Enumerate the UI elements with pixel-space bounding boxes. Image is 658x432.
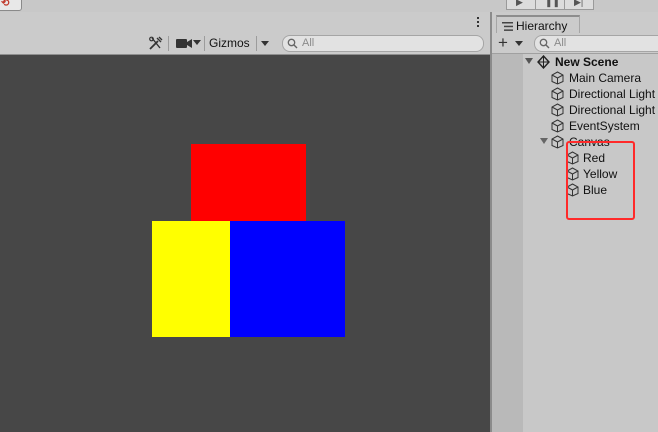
hierarchy-item-label: Main Camera	[569, 71, 642, 85]
add-object-button[interactable]: +	[498, 33, 526, 52]
cube-icon	[551, 87, 564, 101]
cube-icon	[551, 103, 564, 117]
canvas-red-image[interactable]	[191, 144, 306, 221]
collab-icon: ⟲	[1, 0, 10, 9]
pause-button[interactable]: ❚❚	[535, 0, 565, 10]
unity-scene-icon	[537, 55, 550, 69]
hierarchy-item-label: Directional Light	[569, 103, 656, 117]
camera-icon[interactable]	[175, 36, 195, 51]
hierarchy-item-label: Directional Light	[569, 87, 656, 101]
hierarchy-scene-row[interactable]: New Scene	[492, 54, 658, 70]
hierarchy-item[interactable]: EventSystem	[492, 118, 658, 134]
play-button[interactable]: ▶	[506, 0, 536, 10]
canvas-blue-image[interactable]	[230, 221, 345, 337]
tab-hierarchy-label: Hierarchy	[516, 19, 568, 33]
hierarchy-item[interactable]: Directional Light	[492, 86, 658, 102]
tools-icon[interactable]	[148, 36, 164, 51]
cube-icon	[551, 119, 564, 133]
search-icon	[287, 38, 298, 49]
collab-button[interactable]: ⟲	[0, 0, 22, 11]
hierarchy-search-placeholder: All	[554, 37, 567, 49]
gizmos-dropdown-icon[interactable]	[258, 36, 271, 51]
hierarchy-tab-bar: Hierarchy	[492, 12, 658, 36]
scene-name: New Scene	[555, 55, 619, 69]
chevron-down-icon	[515, 41, 523, 46]
hierarchy-panel: New Scene Main Camera Directional Light …	[492, 54, 658, 432]
scene-menu-icon[interactable]	[476, 15, 480, 29]
expand-arrow-icon[interactable]	[540, 138, 548, 144]
cube-icon	[551, 71, 564, 85]
plus-icon: +	[498, 33, 508, 52]
annotation-highlight-box	[566, 141, 635, 220]
hierarchy-search-input[interactable]: All	[534, 35, 658, 52]
scene-search-placeholder: All	[302, 37, 315, 49]
scene-toolbar: Gizmos All	[0, 33, 490, 55]
search-icon	[539, 38, 550, 49]
step-icon: ▶|	[574, 0, 584, 7]
expand-arrow-icon[interactable]	[525, 58, 533, 64]
cube-icon	[551, 135, 564, 149]
gizmos-button[interactable]: Gizmos	[208, 35, 255, 52]
hierarchy-item[interactable]: Directional Light	[492, 102, 658, 118]
scene-search-input[interactable]: All	[282, 35, 484, 52]
camera-dropdown-icon[interactable]	[193, 40, 201, 45]
step-button[interactable]: ▶|	[564, 0, 594, 10]
top-toolbar: ⟲ ▶ ❚❚ ▶|	[0, 0, 658, 12]
scene-tab-bar	[0, 12, 490, 34]
pause-icon: ❚❚	[545, 0, 561, 7]
hierarchy-item-label: EventSystem	[569, 119, 640, 133]
hierarchy-toolbar: + All	[492, 33, 658, 54]
play-icon: ▶	[516, 0, 523, 7]
list-icon	[502, 22, 513, 31]
hierarchy-item[interactable]: Main Camera	[492, 70, 658, 86]
scene-viewport[interactable]	[0, 55, 490, 432]
canvas-yellow-image[interactable]	[152, 221, 230, 337]
